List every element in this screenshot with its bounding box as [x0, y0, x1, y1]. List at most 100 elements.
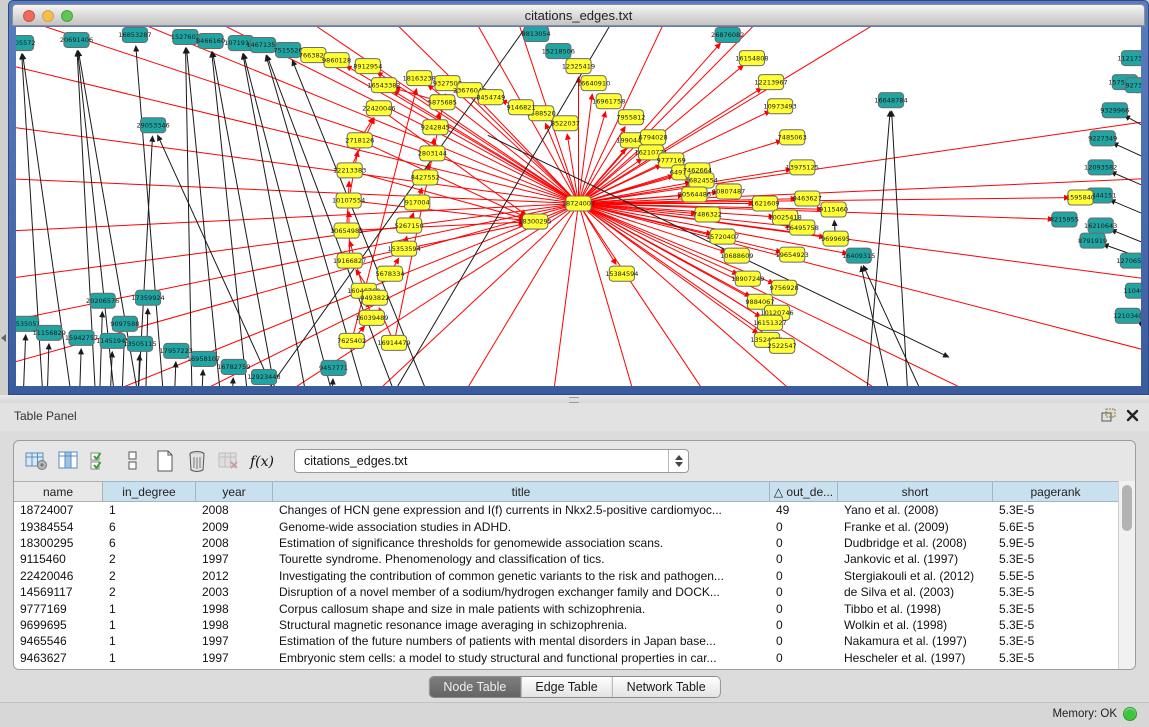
graph-node[interactable]: 20691406 — [60, 33, 93, 48]
graph-node[interactable]: 12325419 — [562, 59, 595, 74]
citation-edge-black[interactable] — [231, 378, 233, 386]
graph-node[interactable]: 16409315 — [842, 248, 875, 263]
column-header-in_degree[interactable]: in_degree — [103, 481, 196, 502]
citation-edge-red[interactable] — [451, 203, 579, 386]
graph-node[interactable]: 2405572 — [16, 36, 36, 51]
table-row[interactable]: 946362711997Embryonic stem cells: a mode… — [14, 650, 1119, 666]
graph-node[interactable]: 26876082 — [711, 28, 744, 43]
graph-node[interactable]: 1210340 — [1113, 308, 1141, 323]
graph-node[interactable]: 1595840 — [1066, 190, 1095, 205]
graph-node[interactable]: 16958107 — [187, 351, 220, 366]
graph-node[interactable]: 19166827 — [333, 253, 366, 268]
graph-node[interactable]: 16824554 — [685, 173, 718, 188]
graph-node[interactable]: 16210643 — [1084, 218, 1117, 233]
graph-node[interactable]: 7955812 — [616, 110, 645, 125]
delete-table-icon[interactable] — [214, 447, 244, 475]
citation-edge-black[interactable] — [186, 48, 222, 386]
tab-network-table[interactable]: Network Table — [613, 677, 720, 697]
graph-node[interactable]: 8215955 — [1050, 212, 1079, 227]
graph-node[interactable]: 9860128 — [322, 53, 351, 68]
tab-edge-table[interactable]: Edge Table — [521, 677, 612, 697]
graph-node[interactable]: 5875685 — [428, 95, 457, 110]
graph-node[interactable]: 9242845 — [421, 120, 450, 135]
graph-node[interactable]: 18300295 — [519, 214, 552, 229]
table-scrollbar[interactable] — [1118, 481, 1135, 669]
table-row[interactable]: 946554611997Estimation of the future num… — [14, 633, 1119, 649]
table-row[interactable]: 2242004622012Investigating the contribut… — [14, 568, 1119, 584]
graph-node[interactable]: 18163238 — [403, 71, 436, 86]
column-header-short[interactable]: short — [838, 481, 993, 502]
graph-node[interactable]: 1104650 — [1123, 283, 1141, 298]
graph-node[interactable]: 18907249 — [731, 271, 764, 286]
citation-edge-black[interactable] — [99, 312, 103, 386]
graph-node[interactable]: 7625402 — [337, 333, 366, 348]
graph-node[interactable]: 10654985 — [330, 223, 363, 238]
graph-node[interactable]: 16640910 — [577, 76, 610, 91]
table-row[interactable]: 977716911998Corpus callosum shape and si… — [14, 600, 1119, 616]
citation-edge-black[interactable] — [173, 362, 176, 386]
graph-node[interactable]: 15353594 — [387, 241, 420, 256]
float-panel-icon[interactable] — [1101, 408, 1116, 427]
citation-edge-black[interactable] — [22, 335, 26, 386]
citation-edge-red[interactable] — [349, 200, 524, 220]
graph-node[interactable]: 8791919 — [1078, 233, 1107, 248]
citation-edge-black[interactable] — [79, 349, 82, 386]
graph-node[interactable]: 9457771 — [319, 360, 348, 375]
network-canvas[interactable]: 2405572206914061685328715276028466160107… — [16, 27, 1141, 386]
graph-node[interactable]: 15384594 — [605, 266, 638, 281]
graph-node[interactable]: 2803144 — [418, 146, 447, 161]
citation-edge-black[interactable] — [1138, 321, 1141, 343]
graph-node[interactable]: 16961758 — [592, 94, 625, 109]
column-header-pagerank[interactable]: pagerank — [993, 481, 1119, 502]
graph-node[interactable]: 5267150 — [395, 218, 424, 233]
function-builder-icon[interactable]: f(x) — [246, 447, 276, 475]
graph-node[interactable]: 11156829 — [33, 325, 66, 340]
graph-node[interactable]: 9329966 — [1100, 103, 1129, 118]
graph-node[interactable]: 6794028 — [639, 130, 668, 145]
graph-node[interactable]: 9146821 — [506, 100, 535, 115]
rows-icon[interactable] — [118, 447, 148, 475]
graph-node[interactable]: 12706506 — [1116, 253, 1141, 268]
close-icon[interactable] — [1126, 409, 1139, 427]
citation-edge-black[interactable] — [213, 52, 281, 386]
citation-edge-red[interactable] — [579, 178, 1142, 204]
graph-node[interactable]: 12213383 — [333, 163, 366, 178]
column-header-title[interactable]: title — [273, 481, 770, 502]
graph-node[interactable]: 11217304 — [1117, 51, 1141, 66]
citation-edge-black[interactable] — [1125, 116, 1141, 144]
citation-edge-red[interactable] — [16, 178, 578, 204]
graph-node[interactable]: 1621609 — [750, 196, 779, 211]
column-header-name[interactable]: name — [14, 481, 103, 502]
delete-column-icon[interactable] — [182, 447, 212, 475]
graph-node[interactable]: 2522547 — [768, 338, 797, 353]
table-row[interactable]: 911546021997Tourette syndrome. Phenomeno… — [14, 551, 1119, 567]
new-table-icon[interactable] — [150, 447, 180, 475]
graph-node[interactable]: 9699695 — [821, 231, 850, 246]
graph-node[interactable]: 9097588 — [110, 316, 139, 331]
citation-edge-black[interactable] — [46, 344, 49, 386]
collapse-left-panel-icon[interactable] — [1, 334, 6, 342]
citation-edge-red[interactable] — [16, 203, 579, 232]
citation-edge-black[interactable] — [488, 135, 949, 357]
citation-edge-red[interactable] — [551, 203, 579, 386]
citation-edge-black[interactable] — [212, 52, 250, 386]
graph-node[interactable]: 8466160 — [196, 34, 225, 49]
graph-node[interactable]: 19654923 — [776, 247, 809, 262]
scrollbar-thumb[interactable] — [1122, 485, 1132, 531]
graph-node[interactable]: 9115460 — [819, 202, 848, 217]
graph-node[interactable]: 13975125 — [786, 160, 819, 175]
table-settings-icon[interactable] — [22, 447, 52, 475]
graph-node[interactable]: 16853287 — [118, 28, 151, 43]
graph-node[interactable]: 9756928 — [770, 280, 799, 295]
graph-node[interactable]: 10107554 — [332, 193, 365, 208]
graph-node[interactable]: 29053346 — [136, 118, 169, 133]
citation-network-graph[interactable]: 2405572206914061685328715276028466160107… — [16, 27, 1141, 386]
graph-node[interactable]: 9227349 — [1088, 131, 1117, 146]
citation-edge-black[interactable] — [1111, 230, 1141, 256]
citation-edge-black[interactable] — [331, 379, 333, 386]
citation-edge-black[interactable] — [892, 111, 910, 386]
graph-node[interactable]: 13505115 — [123, 336, 156, 351]
graph-node[interactable]: 2718126 — [345, 133, 374, 148]
graph-node[interactable]: 15942757 — [65, 330, 98, 345]
citation-edge-red[interactable] — [16, 203, 578, 282]
